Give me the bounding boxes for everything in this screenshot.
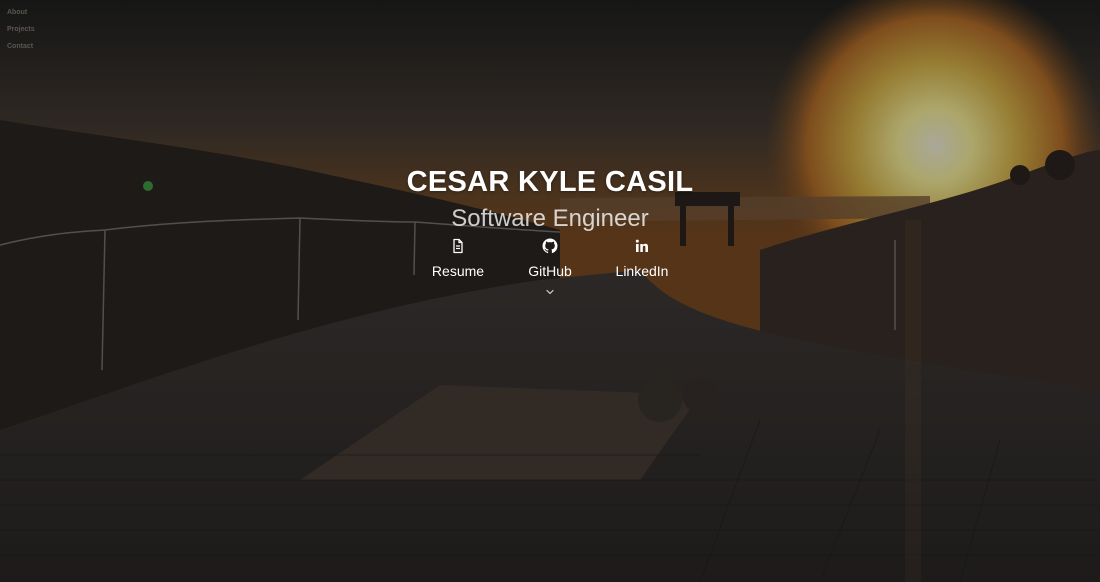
hero-role: Software Engineer: [451, 205, 649, 232]
hero-name: CESAR KYLE CASIL: [406, 166, 694, 198]
page: About Projects Contact CESAR KYLE CASIL …: [0, 0, 1100, 582]
linkedin-link[interactable]: LinkedIn: [596, 238, 688, 280]
social-links: Resume GitHub LinkedIn: [0, 238, 1100, 280]
github-label: GitHub: [528, 263, 572, 279]
document-icon: [453, 238, 463, 254]
resume-label: Resume: [431, 263, 485, 279]
linkedin-label: LinkedIn: [615, 263, 669, 279]
nav-about[interactable]: About: [7, 7, 35, 18]
linkedin-icon: [635, 239, 648, 252]
hero: CESAR KYLE CASIL Software Engineer: [0, 164, 1100, 234]
resume-link[interactable]: Resume: [412, 238, 504, 280]
nav-contact[interactable]: Contact: [7, 41, 35, 52]
github-icon: [542, 238, 558, 254]
github-link[interactable]: GitHub: [504, 238, 596, 280]
chevron-down-icon[interactable]: [545, 288, 555, 296]
top-nav: About Projects Contact: [7, 7, 35, 52]
nav-projects[interactable]: Projects: [7, 24, 35, 35]
